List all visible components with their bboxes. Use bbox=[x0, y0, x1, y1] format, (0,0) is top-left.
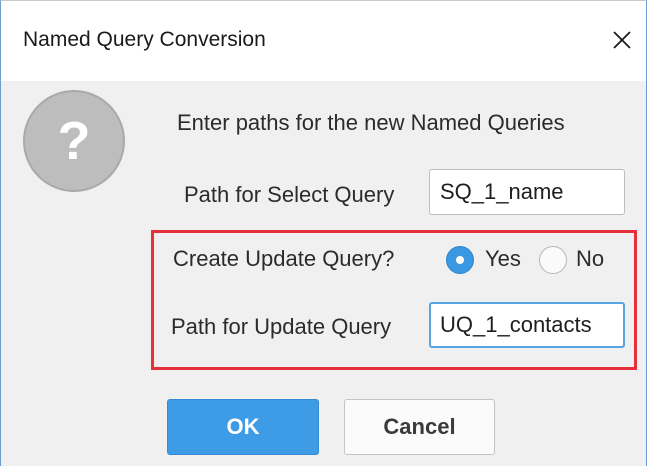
radio-no[interactable] bbox=[539, 246, 567, 274]
update-query-label: Path for Update Query bbox=[171, 314, 392, 339]
title-bar[interactable]: Named Query Conversion bbox=[1, 1, 646, 81]
close-button[interactable] bbox=[605, 23, 639, 57]
radio-no-label[interactable]: No bbox=[576, 246, 604, 272]
update-query-path-input[interactable] bbox=[429, 302, 625, 348]
create-update-query-label: Create Update Query? bbox=[173, 246, 395, 271]
ok-button[interactable]: OK bbox=[167, 399, 319, 455]
question-icon: ? bbox=[23, 90, 125, 192]
select-query-path-input[interactable] bbox=[429, 169, 625, 215]
cancel-button[interactable]: Cancel bbox=[344, 399, 495, 455]
named-query-conversion-dialog: Named Query Conversion ? Enter paths for… bbox=[0, 0, 647, 466]
radio-yes-label[interactable]: Yes bbox=[485, 246, 521, 272]
close-icon bbox=[613, 31, 631, 49]
radio-yes[interactable] bbox=[446, 246, 474, 274]
select-query-label: Path for Select Query bbox=[184, 182, 395, 207]
dialog-title: Named Query Conversion bbox=[23, 28, 266, 51]
instruction-text: Enter paths for the new Named Queries bbox=[177, 110, 565, 135]
svg-text:?: ? bbox=[58, 111, 91, 171]
